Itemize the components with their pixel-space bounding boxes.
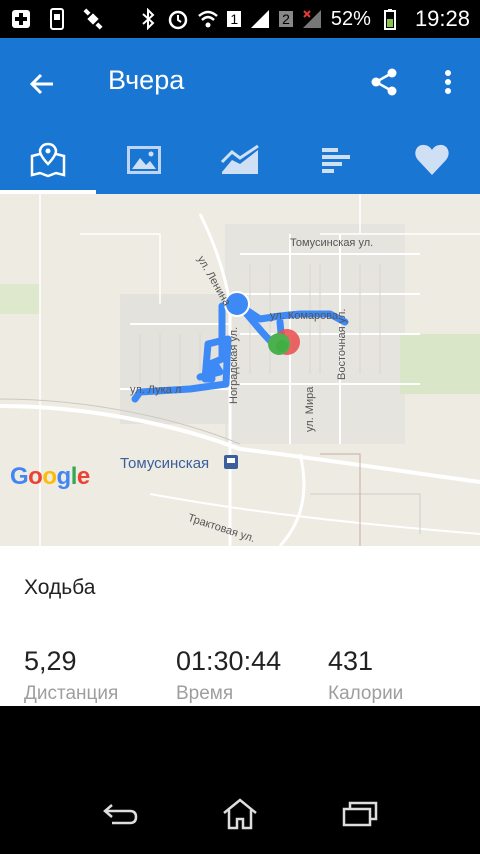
heart-icon [415, 144, 449, 175]
tab-photos[interactable] [96, 126, 192, 194]
clock: 19:28 [414, 6, 470, 31]
nav-home-button[interactable] [216, 794, 264, 834]
nav-back-button[interactable] [96, 794, 144, 834]
chart-icon [220, 144, 259, 174]
status-bar: 1 2 52% 19:28 [0, 0, 480, 38]
sim2-badge: 2 [279, 11, 293, 27]
battery-percent: 52% [330, 7, 371, 30]
google-logo: Google [10, 463, 90, 490]
list-bars-icon [322, 148, 350, 173]
more-options-button[interactable] [428, 60, 468, 104]
stat-distance: 5,29 Дистанция [24, 646, 118, 705]
share-button[interactable] [362, 60, 406, 104]
stat-label: Калории [328, 683, 404, 704]
tab-charts[interactable] [192, 126, 288, 194]
activity-type: Ходьба [24, 576, 96, 599]
recents-icon [342, 801, 378, 827]
street-label: ул. Комарова [270, 310, 339, 322]
stat-value: 431 [328, 646, 374, 676]
photos-icon [127, 146, 161, 174]
route-map[interactable]: Томусинская ул. ул. Ленина ул. Комарова … [0, 194, 480, 546]
map-canvas [0, 194, 480, 546]
street-label: ул. Лука л [130, 384, 182, 396]
page-title: Вчера [108, 65, 185, 95]
tab-map[interactable] [0, 126, 96, 194]
tab-laps[interactable] [288, 126, 384, 194]
signal-icon [249, 8, 271, 30]
tab-bar [0, 126, 480, 194]
add-notification-icon [10, 8, 32, 30]
stat-calories: 431 Калории [328, 646, 403, 705]
satellite-icon [82, 8, 104, 30]
phone-screenshot-icon [46, 8, 68, 30]
activity-summary-card: Ходьба 5,29 Дистанция 01:30:44 Время 431… [0, 546, 480, 706]
stat-label: Дистанция [24, 683, 119, 704]
bluetooth-icon [137, 8, 159, 30]
home-icon [223, 798, 257, 830]
street-label: Томусинская ул. [290, 237, 374, 249]
nav-back-icon [103, 804, 138, 825]
stat-value: 01:30:44 [176, 646, 282, 676]
sim1-badge: 1 [227, 11, 242, 27]
stat-label: Время [176, 683, 234, 704]
battery-icon [379, 8, 401, 30]
stat-time: 01:30:44 Время [176, 646, 281, 705]
wifi-icon [197, 8, 219, 30]
app-bar: Вчера [0, 38, 480, 194]
navigation-bar [0, 774, 480, 854]
alarm-icon [167, 8, 189, 30]
no-signal-icon [301, 8, 323, 30]
back-arrow-icon [29, 73, 53, 95]
map-icon [30, 142, 66, 178]
nav-recents-button[interactable] [336, 794, 384, 834]
more-vert-icon [445, 70, 451, 94]
stat-value: 5,29 [24, 646, 77, 676]
street-label: ул. Мира [304, 386, 316, 432]
street-label: Восточная ул. [336, 308, 348, 380]
share-icon [371, 68, 397, 96]
street-label: Ноградская ул. [228, 326, 240, 404]
tab-heart[interactable] [384, 126, 480, 194]
back-button[interactable] [20, 62, 64, 106]
station-label: Томусинская [120, 455, 210, 472]
